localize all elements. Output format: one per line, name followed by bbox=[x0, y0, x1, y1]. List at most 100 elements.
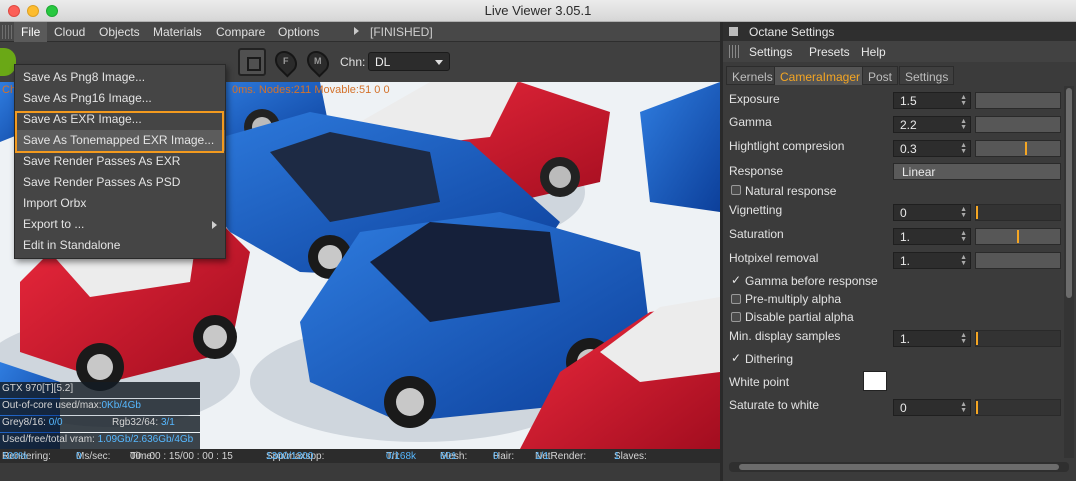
vignetting-slider[interactable] bbox=[975, 204, 1061, 221]
disable-partial-alpha-checkbox[interactable] bbox=[731, 312, 741, 322]
menu-materials[interactable]: Materials bbox=[153, 25, 202, 39]
hotpixel-removal-slider[interactable] bbox=[975, 252, 1061, 269]
channel-label: Chn: bbox=[340, 55, 366, 69]
white-point-label: White point bbox=[729, 375, 790, 389]
settings-tabs: Kernels CameraImager Post Settings bbox=[723, 66, 1076, 86]
spinner-icon[interactable]: ▲ ▼ bbox=[960, 94, 967, 107]
min-display-samples-field[interactable]: 1. ▲ ▼ bbox=[893, 330, 971, 347]
gpu-textures: Grey8/16: 0/0 Rgb32/64: 3/1 bbox=[0, 416, 200, 432]
viewer-menubar: File Cloud Objects Materials Compare Opt… bbox=[0, 22, 720, 42]
menu-cloud[interactable]: Cloud bbox=[54, 25, 85, 39]
gamma-field[interactable]: 2.2 ▲ ▼ bbox=[893, 116, 971, 133]
grip-icon[interactable] bbox=[2, 25, 14, 39]
file-menu-dropdown: Save As Png8 Image... Save As Png16 Imag… bbox=[14, 64, 226, 259]
tab-cameraimager[interactable]: CameraImager bbox=[774, 66, 867, 85]
spinner-icon[interactable]: ▲ ▼ bbox=[960, 401, 967, 414]
menu-options[interactable]: Options bbox=[278, 25, 319, 39]
tab-settings[interactable]: Settings bbox=[899, 66, 955, 85]
slider-knob[interactable] bbox=[976, 206, 978, 219]
menu-help[interactable]: Help bbox=[861, 45, 886, 59]
exposure-slider[interactable] bbox=[975, 92, 1061, 109]
gamma-slider[interactable] bbox=[975, 116, 1061, 133]
octane-settings-pane: Octane Settings Settings Presets Help Ke… bbox=[720, 22, 1076, 481]
menu-export-to[interactable]: Export to ... bbox=[15, 214, 225, 235]
panel-close-icon[interactable] bbox=[729, 27, 738, 36]
menu-save-passes-exr[interactable]: Save Render Passes As EXR bbox=[15, 151, 225, 172]
scroll-thumb[interactable] bbox=[739, 464, 1059, 470]
saturate-to-white-field[interactable]: 0 ▲ ▼ bbox=[893, 399, 971, 416]
premultiply-alpha-checkbox[interactable] bbox=[731, 294, 741, 304]
menu-objects[interactable]: Objects bbox=[99, 25, 140, 39]
slider-knob[interactable] bbox=[976, 401, 978, 414]
settings-vertical-scrollbar[interactable] bbox=[1064, 86, 1074, 458]
render-status: [FINISHED] bbox=[370, 25, 433, 39]
saturate-to-white-slider[interactable] bbox=[975, 399, 1061, 416]
settings-horizontal-scrollbar[interactable] bbox=[729, 462, 1069, 472]
vignetting-label: Vignetting bbox=[729, 203, 783, 217]
min-display-samples-label: Min. display samples bbox=[729, 329, 841, 343]
channel-select[interactable]: DL bbox=[368, 52, 450, 71]
spinner-icon[interactable]: ▲ ▼ bbox=[960, 230, 967, 243]
stat-right: 0ms. Nodes:211 Movable:51 0 0 bbox=[232, 84, 390, 96]
spinner-icon[interactable]: ▲ ▼ bbox=[960, 142, 967, 155]
grip-icon[interactable] bbox=[729, 45, 741, 58]
gpu-name: GTX 970[T][5.2] bbox=[0, 382, 200, 398]
saturation-field[interactable]: 1. ▲ ▼ bbox=[893, 228, 971, 245]
slider-knob[interactable] bbox=[1017, 230, 1019, 243]
exposure-field[interactable]: 1.5 ▲ ▼ bbox=[893, 92, 971, 109]
spinner-icon[interactable]: ▲ ▼ bbox=[960, 254, 967, 267]
menu-import-orbx[interactable]: Import Orbx bbox=[15, 193, 225, 214]
highlight-annotation-box bbox=[15, 111, 224, 153]
dithering-label: Dithering bbox=[745, 352, 794, 366]
gamma-label: Gamma bbox=[729, 115, 772, 129]
live-viewer-pane: File Cloud Objects Materials Compare Opt… bbox=[0, 22, 720, 481]
premultiply-alpha-label: Pre-multiply alpha bbox=[745, 292, 842, 306]
title-bar: Live Viewer 3.05.1 bbox=[0, 0, 1076, 22]
menu-save-png8[interactable]: Save As Png8 Image... bbox=[15, 67, 225, 88]
tab-kernels[interactable]: Kernels bbox=[726, 66, 779, 85]
play-arrow-icon[interactable] bbox=[354, 27, 359, 35]
white-point-swatch[interactable] bbox=[863, 371, 887, 391]
cameraimager-properties: Exposure 1.5 ▲ ▼ Gamma 2.2 ▲ ▼ Hightlight co… bbox=[723, 86, 1063, 458]
dithering-checkbox[interactable]: ✓ bbox=[731, 352, 741, 364]
settings-title-bar: Octane Settings bbox=[723, 22, 1076, 41]
gamma-before-response-label: Gamma before response bbox=[745, 274, 878, 288]
spinner-icon[interactable]: ▲ ▼ bbox=[960, 332, 967, 345]
natural-response-checkbox[interactable] bbox=[731, 185, 741, 195]
hotpixel-removal-label: Hotpixel removal bbox=[729, 251, 819, 265]
hotpixel-removal-field[interactable]: 1. ▲ ▼ bbox=[893, 252, 971, 269]
response-dropdown[interactable]: Linear bbox=[893, 163, 1061, 180]
bottom-strip bbox=[0, 463, 720, 481]
highlight-compression-field[interactable]: 0.3 ▲ ▼ bbox=[893, 140, 971, 157]
gpu-vram: Used/free/total vram: 1.09Gb/2.636Gb/4Gb bbox=[0, 433, 200, 449]
highlight-compression-label: Hightlight compresion bbox=[729, 139, 845, 153]
scroll-thumb[interactable] bbox=[1066, 88, 1072, 298]
material-picker-letter: M bbox=[314, 56, 322, 66]
menu-presets[interactable]: Presets bbox=[809, 45, 850, 59]
vignetting-field[interactable]: 0 ▲ ▼ bbox=[893, 204, 971, 221]
slider-knob[interactable] bbox=[1025, 142, 1028, 155]
menu-edit-standalone[interactable]: Edit in Standalone bbox=[15, 235, 225, 256]
settings-menubar: Settings Presets Help bbox=[723, 41, 1076, 62]
settings-title: Octane Settings bbox=[749, 25, 835, 39]
region-render-icon[interactable] bbox=[238, 48, 266, 76]
gamma-before-response-checkbox[interactable]: ✓ bbox=[731, 274, 741, 286]
submenu-arrow-icon bbox=[212, 221, 217, 229]
highlight-compression-slider[interactable] bbox=[975, 140, 1061, 157]
window-title: Live Viewer 3.05.1 bbox=[484, 3, 592, 18]
focus-picker-letter: F bbox=[283, 56, 289, 66]
spinner-icon[interactable]: ▲ ▼ bbox=[960, 206, 967, 219]
slider-knob[interactable] bbox=[976, 332, 978, 345]
saturation-label: Saturation bbox=[729, 227, 784, 241]
spinner-icon[interactable]: ▲ ▼ bbox=[960, 118, 967, 131]
tab-post[interactable]: Post bbox=[862, 66, 899, 85]
disable-partial-alpha-label: Disable partial alpha bbox=[745, 310, 854, 324]
min-display-samples-slider[interactable] bbox=[975, 330, 1061, 347]
saturate-to-white-label: Saturate to white bbox=[729, 398, 820, 412]
menu-file[interactable]: File bbox=[14, 22, 48, 42]
menu-settings[interactable]: Settings bbox=[749, 45, 792, 59]
menu-save-passes-psd[interactable]: Save Render Passes As PSD bbox=[15, 172, 225, 193]
menu-compare[interactable]: Compare bbox=[216, 25, 265, 39]
saturation-slider[interactable] bbox=[975, 228, 1061, 245]
menu-save-png16[interactable]: Save As Png16 Image... bbox=[15, 88, 225, 109]
